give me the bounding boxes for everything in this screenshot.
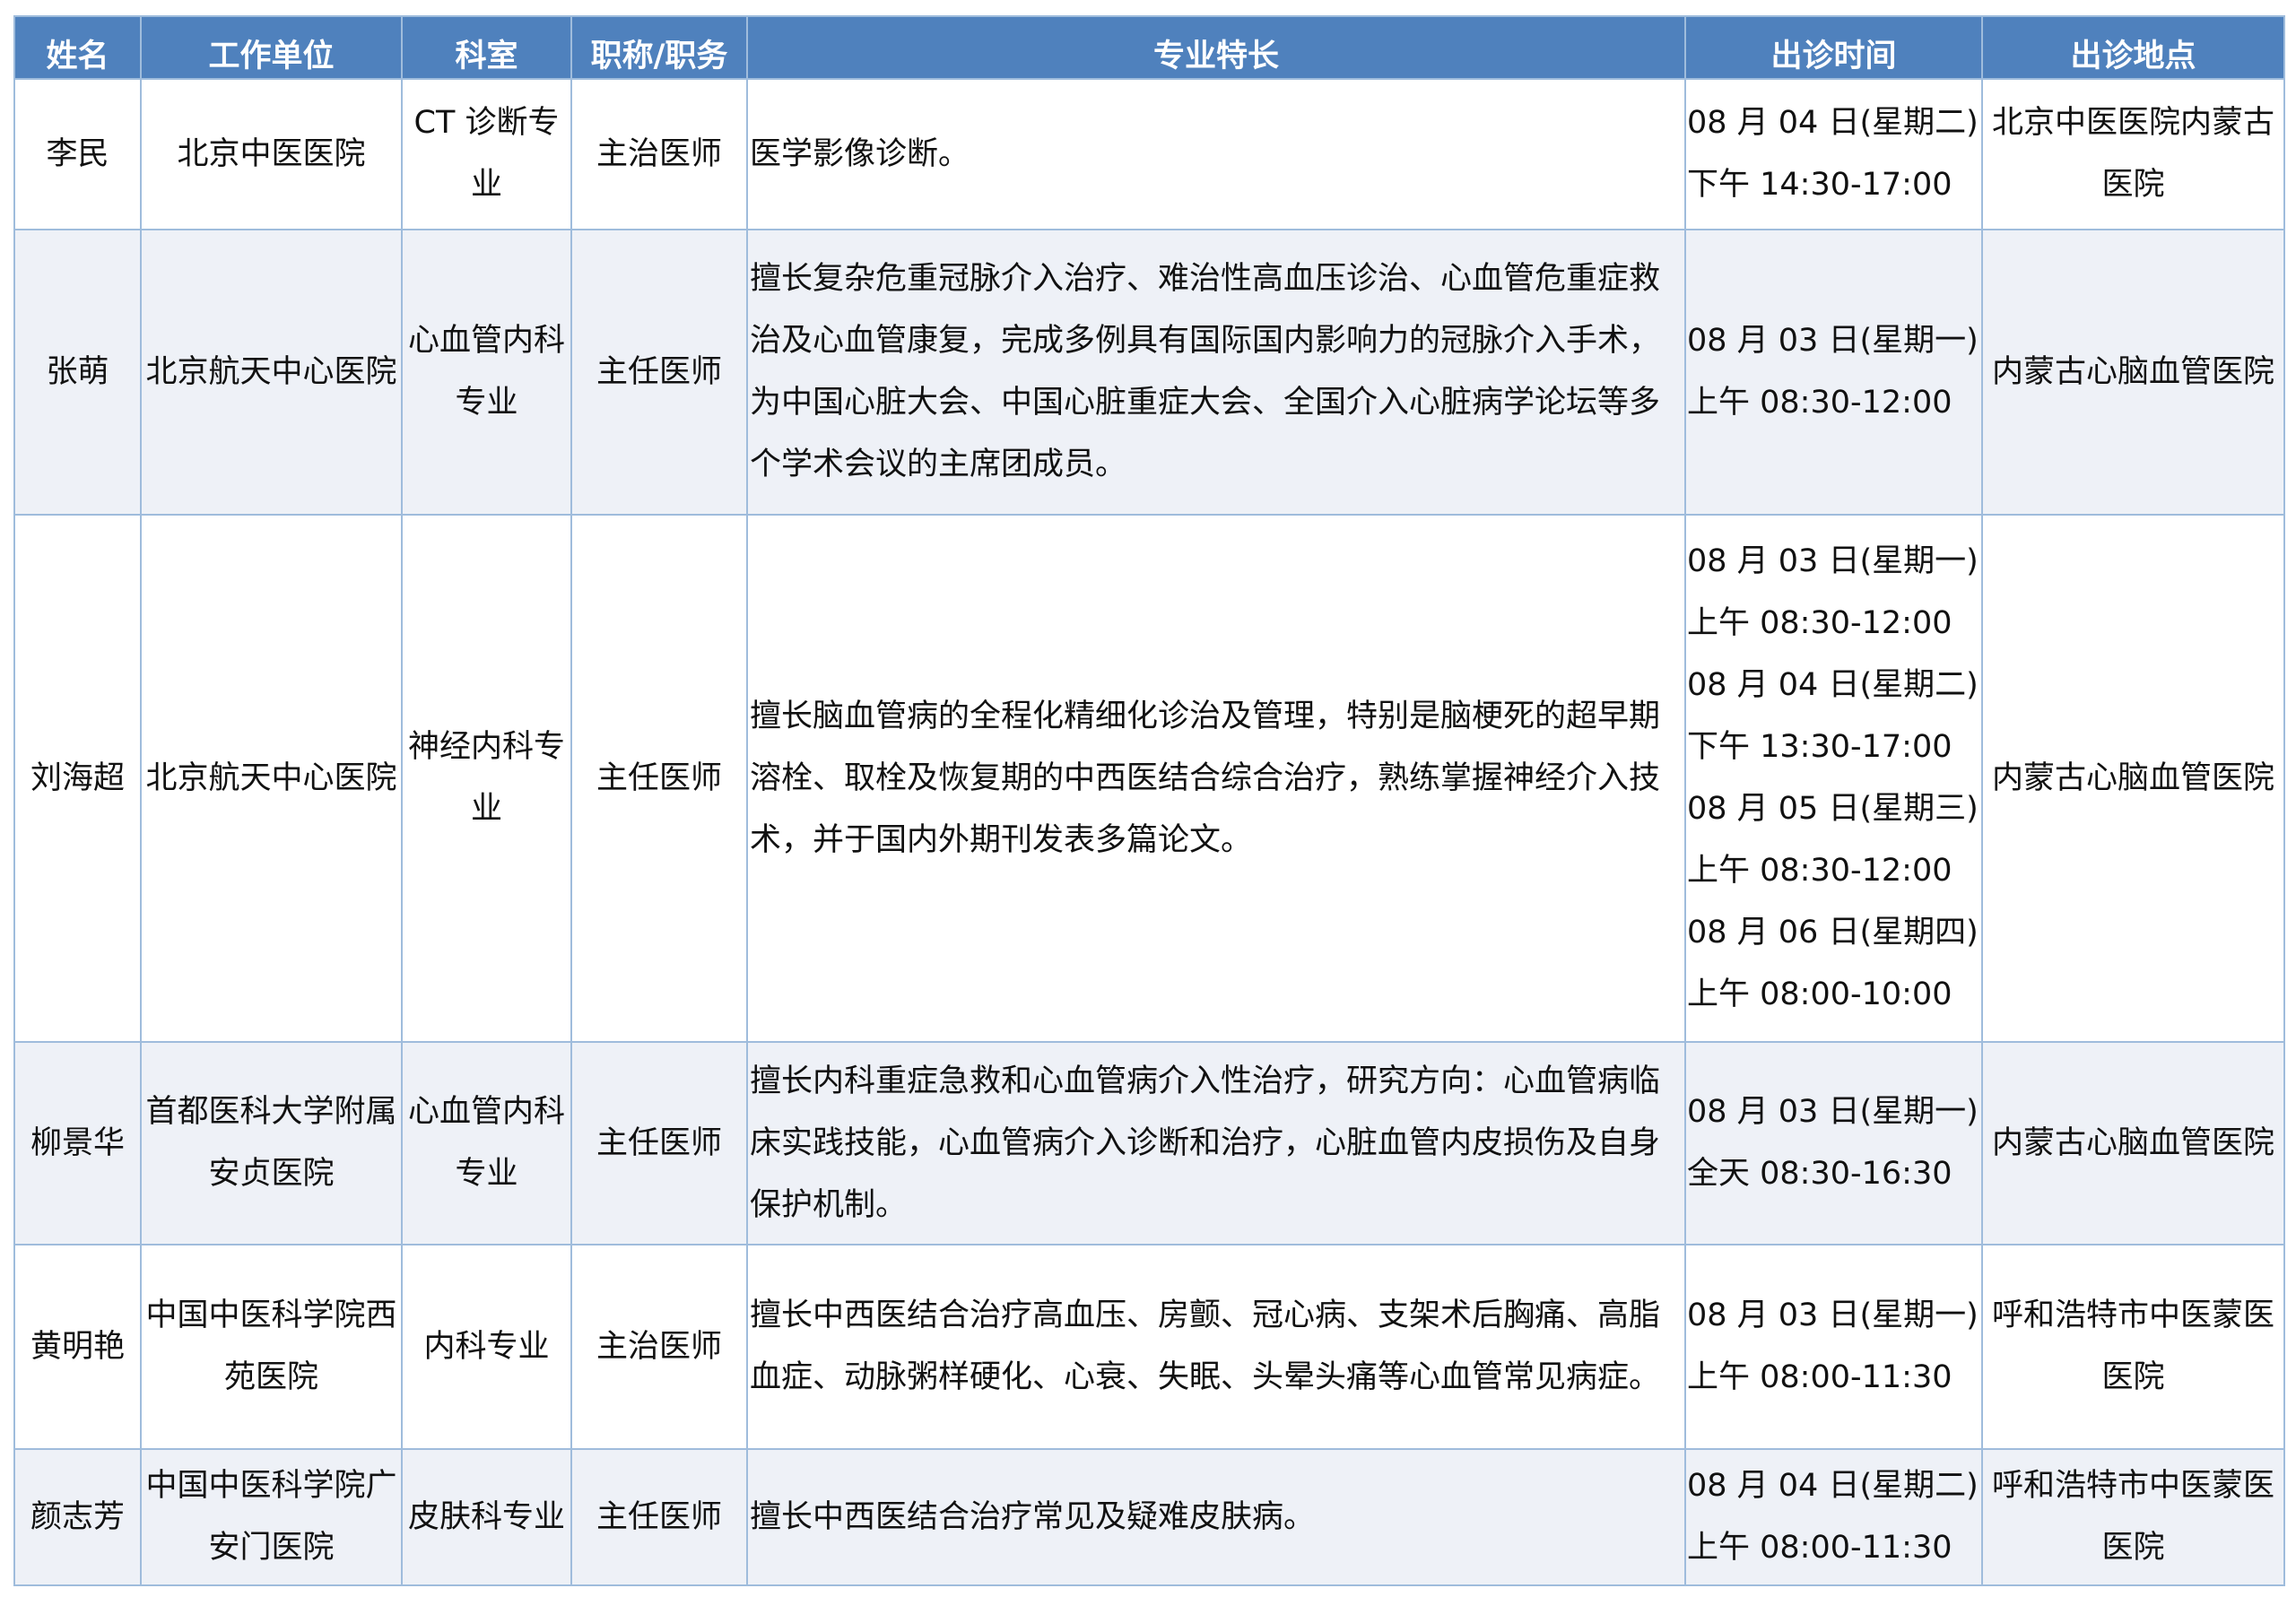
- table-row: 张萌 北京航天中心医院 心血管内科专业 主任医师 擅长复杂危重冠脉介入治疗、难治…: [13, 229, 2285, 516]
- cell-name: 刘海超: [13, 514, 142, 1043]
- cell-time: 08 月 03 日(星期一) 上午 08:00-11:30: [1684, 1244, 1983, 1450]
- time-line: 上午 08:00-10:00: [1687, 976, 1952, 1012]
- time-line: 上午 08:30-12:00: [1687, 605, 1952, 641]
- cell-unit: 中国中医科学院西苑医院: [140, 1244, 403, 1450]
- time-line: 08 月 03 日(星期一): [1687, 1298, 1979, 1333]
- cell-time: 08 月 04 日(星期二) 下午 14:30-17:00: [1684, 78, 1983, 230]
- cell-name: 颜志芳: [13, 1448, 142, 1586]
- time-line: 08 月 04 日(星期二): [1687, 667, 1979, 703]
- cell-title: 主任医师: [570, 1041, 748, 1245]
- cell-specialty: 擅长内科重症急救和心血管病介入性治疗，研究方向：心血管病临床实践技能，心血管病介…: [746, 1041, 1686, 1245]
- cell-location: 内蒙古心脑血管医院: [1981, 514, 2285, 1043]
- time-line: 全天 08:30-16:30: [1687, 1156, 1952, 1192]
- header-name: 姓名: [13, 15, 142, 80]
- time-line: 上午 08:30-12:00: [1687, 385, 1952, 421]
- cell-location: 北京中医医院内蒙古医院: [1981, 78, 2285, 230]
- cell-dept: 皮肤科专业: [401, 1448, 572, 1586]
- cell-location: 呼和浩特市中医蒙医医院: [1981, 1244, 2285, 1450]
- cell-location: 呼和浩特市中医蒙医医院: [1981, 1448, 2285, 1586]
- cell-name: 张萌: [13, 229, 142, 516]
- cell-title: 主治医师: [570, 1244, 748, 1450]
- doctor-schedule-table: 姓名 工作单位 科室 职称/职务 专业特长 出诊时间 出诊地点 李民 北京中医医…: [13, 15, 2285, 1586]
- cell-specialty: 擅长中西医结合治疗常见及疑难皮肤病。: [746, 1448, 1686, 1586]
- cell-title: 主任医师: [570, 514, 748, 1043]
- time-line: 上午 08:30-12:00: [1687, 853, 1952, 889]
- cell-time: 08 月 04 日(星期二) 上午 08:00-11:30: [1684, 1448, 1983, 1586]
- cell-unit: 北京航天中心医院: [140, 229, 403, 516]
- table-row: 刘海超 北京航天中心医院 神经内科专业 主任医师 擅长脑血管病的全程化精细化诊治…: [13, 514, 2285, 1043]
- schedule-table-wrapper: 姓名 工作单位 科室 职称/职务 专业特长 出诊时间 出诊地点 李民 北京中医医…: [13, 15, 2285, 1586]
- header-dept: 科室: [401, 15, 572, 80]
- cell-dept: 心血管内科专业: [401, 229, 572, 516]
- time-line: 08 月 03 日(星期一): [1687, 543, 1979, 579]
- cell-unit: 北京中医医院: [140, 78, 403, 230]
- time-line: 08 月 03 日(星期一): [1687, 1094, 1979, 1130]
- time-line: 下午 14:30-17:00: [1687, 167, 1952, 203]
- time-line: 上午 08:00-11:30: [1687, 1359, 1952, 1395]
- time-line: 08 月 06 日(星期四): [1687, 915, 1979, 950]
- header-time: 出诊时间: [1684, 15, 1983, 80]
- cell-specialty: 擅长脑血管病的全程化精细化诊治及管理，特别是脑梗死的超早期溶栓、取栓及恢复期的中…: [746, 514, 1686, 1043]
- cell-unit: 北京航天中心医院: [140, 514, 403, 1043]
- time-line: 08 月 04 日(星期二): [1687, 1468, 1979, 1504]
- cell-time: 08 月 03 日(星期一) 上午 08:30-12:00 08 月 04 日(…: [1684, 514, 1983, 1043]
- time-line: 08 月 03 日(星期一): [1687, 323, 1979, 359]
- table-row: 柳景华 首都医科大学附属安贞医院 心血管内科专业 主任医师 擅长内科重症急救和心…: [13, 1041, 2285, 1245]
- header-specialty: 专业特长: [746, 15, 1686, 80]
- cell-dept: 神经内科专业: [401, 514, 572, 1043]
- table-header-row: 姓名 工作单位 科室 职称/职务 专业特长 出诊时间 出诊地点: [13, 15, 2285, 80]
- cell-specialty: 擅长中西医结合治疗高血压、房颤、冠心病、支架术后胸痛、高脂血症、动脉粥样硬化、心…: [746, 1244, 1686, 1450]
- cell-unit: 首都医科大学附属安贞医院: [140, 1041, 403, 1245]
- cell-dept: 内科专业: [401, 1244, 572, 1450]
- table-row: 李民 北京中医医院 CT 诊断专业 主治医师 医学影像诊断。 08 月 04 日…: [13, 78, 2285, 230]
- cell-location: 内蒙古心脑血管医院: [1981, 229, 2285, 516]
- header-title: 职称/职务: [570, 15, 748, 80]
- cell-unit: 中国中医科学院广安门医院: [140, 1448, 403, 1586]
- cell-name: 李民: [13, 78, 142, 230]
- table-row: 颜志芳 中国中医科学院广安门医院 皮肤科专业 主任医师 擅长中西医结合治疗常见及…: [13, 1448, 2285, 1586]
- time-line: 08 月 04 日(星期二): [1687, 105, 1979, 141]
- time-line: 08 月 05 日(星期三): [1687, 791, 1979, 827]
- cell-name: 黄明艳: [13, 1244, 142, 1450]
- cell-title: 主治医师: [570, 78, 748, 230]
- cell-name: 柳景华: [13, 1041, 142, 1245]
- cell-title: 主任医师: [570, 229, 748, 516]
- time-line: 上午 08:00-11:30: [1687, 1530, 1952, 1566]
- header-unit: 工作单位: [140, 15, 403, 80]
- cell-specialty: 医学影像诊断。: [746, 78, 1686, 230]
- cell-title: 主任医师: [570, 1448, 748, 1586]
- cell-location: 内蒙古心脑血管医院: [1981, 1041, 2285, 1245]
- cell-time: 08 月 03 日(星期一) 上午 08:30-12:00: [1684, 229, 1983, 516]
- cell-dept: CT 诊断专业: [401, 78, 572, 230]
- cell-dept: 心血管内科专业: [401, 1041, 572, 1245]
- time-line: 下午 13:30-17:00: [1687, 729, 1952, 765]
- table-row: 黄明艳 中国中医科学院西苑医院 内科专业 主治医师 擅长中西医结合治疗高血压、房…: [13, 1244, 2285, 1450]
- cell-time: 08 月 03 日(星期一) 全天 08:30-16:30: [1684, 1041, 1983, 1245]
- cell-specialty: 擅长复杂危重冠脉介入治疗、难治性高血压诊治、心血管危重症救治及心血管康复，完成多…: [746, 229, 1686, 516]
- header-location: 出诊地点: [1981, 15, 2285, 80]
